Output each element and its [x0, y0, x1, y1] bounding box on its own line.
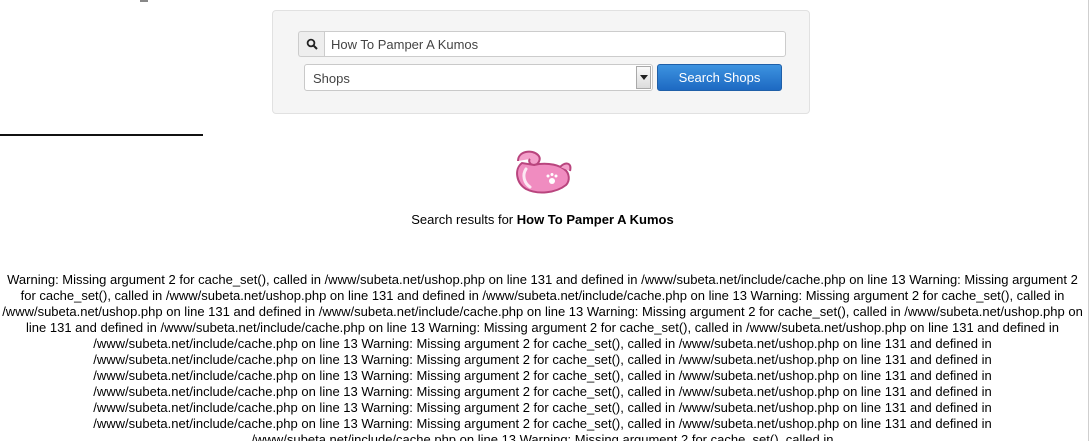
search-results-heading: Search results for How To Pamper A Kumos [0, 212, 1085, 227]
pink-pet-mascot-icon [516, 150, 572, 194]
search-panel: Shops Search Shops [272, 10, 810, 114]
php-warning-text: Warning: Missing argument 2 for cache_se… [2, 272, 1083, 441]
section-divider [0, 134, 203, 136]
search-row [298, 31, 786, 57]
top-divider-fragment [140, 0, 148, 2]
results-query: How To Pamper A Kumos [516, 212, 674, 227]
results-prefix: Search results for [411, 212, 517, 227]
category-select[interactable]: Shops [304, 64, 653, 91]
search-input[interactable] [324, 31, 786, 57]
search-icon[interactable] [298, 31, 324, 57]
chevron-down-icon[interactable] [636, 66, 651, 89]
category-select-value: Shops [313, 71, 350, 86]
search-shops-button[interactable]: Search Shops [657, 64, 782, 91]
